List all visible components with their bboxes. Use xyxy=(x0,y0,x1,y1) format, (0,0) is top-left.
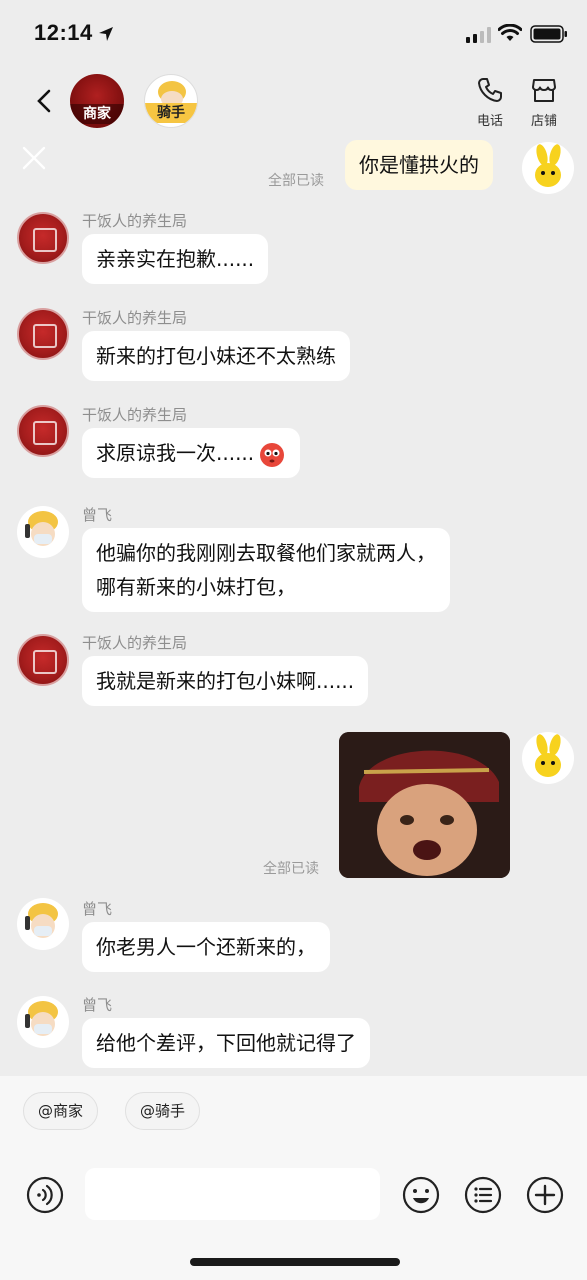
store-button[interactable]: 店铺 xyxy=(522,76,566,129)
rider-masked-avatar-icon xyxy=(25,903,58,938)
battery-icon xyxy=(530,25,567,43)
more-actions-plus-button[interactable] xyxy=(526,1176,564,1214)
back-button[interactable] xyxy=(30,86,60,116)
message-bubble[interactable]: 求原谅我一次...... xyxy=(82,428,301,478)
sender-name: 曾飞 xyxy=(82,900,113,918)
voice-input-button[interactable] xyxy=(26,1176,64,1214)
sender-name: 干饭人的养生局 xyxy=(82,406,188,424)
merchant-tag-label: 商家 xyxy=(70,104,124,124)
blushing-face-emoji-icon xyxy=(260,442,285,467)
sender-name: 干饭人的养生局 xyxy=(82,212,188,230)
store-icon xyxy=(532,79,556,102)
message-bubble[interactable]: 他骗你的我刚刚去取餐他们家就两人， 哪有新来的小妹打包， xyxy=(82,528,450,612)
read-receipt: 全部已读 xyxy=(263,861,319,877)
chat-history[interactable]: 你是懂拱火的 全部已读 干饭人的养生局 亲亲实在抱歉...... 干饭人的养生局… xyxy=(0,136,587,1076)
merchant-avatar[interactable] xyxy=(17,634,69,686)
sticker-image[interactable] xyxy=(339,732,510,878)
message-bubble[interactable]: 给他个差评，下回他就记得了 xyxy=(82,1018,370,1068)
message-input[interactable] xyxy=(85,1168,380,1220)
rider-avatar[interactable] xyxy=(17,996,69,1048)
store-label: 店铺 xyxy=(530,114,557,129)
phone-button[interactable]: 电话 xyxy=(468,76,512,129)
cellular-signal-icon xyxy=(466,27,491,43)
read-receipt: 全部已读 xyxy=(268,173,324,189)
rider-tag-label: 骑手 xyxy=(145,103,197,123)
chat-header: 商家 骑手 电话 店铺 xyxy=(0,66,587,136)
rider-avatar[interactable] xyxy=(17,506,69,558)
merchant-avatar[interactable] xyxy=(17,405,69,457)
message-bubble[interactable]: 亲亲实在抱歉...... xyxy=(82,234,269,284)
sender-name: 曾飞 xyxy=(82,506,113,524)
emoji-button[interactable] xyxy=(402,1176,440,1214)
rider-masked-avatar-icon xyxy=(25,1001,58,1036)
message-text: 求原谅我一次...... xyxy=(96,441,255,465)
merchant-avatar[interactable] xyxy=(17,212,69,264)
input-panel: @商家 @骑手 xyxy=(0,1076,587,1280)
quick-reply-menu-button[interactable] xyxy=(464,1176,502,1214)
sender-name: 干饭人的养生局 xyxy=(82,634,188,652)
mention-merchant-button[interactable]: @商家 xyxy=(23,1092,99,1130)
clock: 12:14 xyxy=(34,20,93,45)
message-bubble[interactable]: 新来的打包小妹还不太熟练 xyxy=(82,331,350,381)
rider-masked-avatar-icon xyxy=(25,511,58,546)
phone-icon xyxy=(478,78,502,102)
my-avatar[interactable] xyxy=(522,142,574,194)
message-line: 他骗你的我刚刚去取餐他们家就两人， xyxy=(96,541,436,565)
message-bubble[interactable]: 你是懂拱火的 xyxy=(345,140,493,190)
rider-avatar[interactable] xyxy=(17,898,69,950)
sender-name: 曾飞 xyxy=(82,996,113,1014)
merchant-avatar[interactable] xyxy=(17,308,69,360)
sender-name: 干饭人的养生局 xyxy=(82,309,188,327)
message-bubble[interactable]: 我就是新来的打包小妹啊...... xyxy=(82,656,369,706)
merchant-avatar[interactable]: 商家 xyxy=(70,74,124,128)
yellow-rabbit-avatar-icon xyxy=(535,734,561,777)
mention-rider-button[interactable]: @骑手 xyxy=(125,1092,201,1130)
location-arrow-icon xyxy=(99,27,113,41)
my-avatar[interactable] xyxy=(522,732,574,784)
shocked-face-sticker-icon xyxy=(339,732,510,878)
message-line: 哪有新来的小妹打包， xyxy=(96,575,296,599)
phone-label: 电话 xyxy=(476,114,503,129)
home-indicator xyxy=(190,1258,400,1266)
status-bar: 12:14 xyxy=(0,0,587,66)
close-icon[interactable] xyxy=(22,146,46,170)
yellow-rabbit-avatar-icon xyxy=(535,144,561,187)
rider-avatar[interactable]: 骑手 xyxy=(144,74,198,128)
wifi-icon xyxy=(498,24,522,41)
message-bubble[interactable]: 你老男人一个还新来的， xyxy=(82,922,330,972)
